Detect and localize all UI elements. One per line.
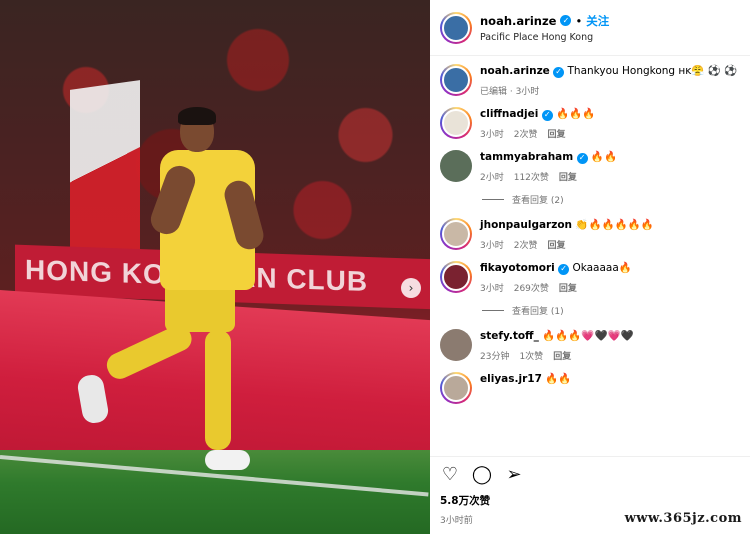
comment-text: Okaaaaa🔥 bbox=[572, 262, 632, 274]
post-header: noah.arinze ✓ • 关注 Pacific Place Hong Ko… bbox=[430, 0, 750, 56]
caption-username[interactable]: noah.arinze bbox=[480, 65, 550, 77]
caption-edited-time: 已编辑 · 3小时 bbox=[480, 87, 540, 97]
comment-time: 23分钟 bbox=[480, 352, 510, 362]
author-avatar[interactable] bbox=[440, 11, 472, 44]
reply-button[interactable]: 回复 bbox=[553, 349, 571, 362]
view-replies-button[interactable]: 查看回复 (2) bbox=[482, 193, 740, 206]
likes-count[interactable]: 5.8万次赞 bbox=[440, 493, 740, 508]
comment-likes[interactable]: 269次赞 bbox=[514, 281, 549, 294]
next-image-button[interactable]: › bbox=[401, 278, 421, 298]
heart-icon[interactable]: ♡ bbox=[440, 465, 460, 485]
reply-button[interactable]: 回复 bbox=[559, 281, 577, 294]
comments-list[interactable]: noah.arinze ✓ Thankyou Hongkong ʜᴋ😤 ⚽ ⚽ … bbox=[430, 56, 750, 441]
verified-icon: ✓ bbox=[558, 263, 570, 275]
comment-avatar[interactable] bbox=[440, 150, 472, 182]
comment-text: 🔥🔥🔥 bbox=[556, 108, 596, 120]
list-item: cliffnadjei ✓ 🔥🔥🔥 3小时 2次赞 回复 bbox=[440, 107, 740, 140]
verified-icon: ✓ bbox=[560, 15, 572, 26]
verified-icon: ✓ bbox=[541, 109, 553, 121]
follow-button[interactable]: 关注 bbox=[586, 13, 609, 29]
reply-button[interactable]: 回复 bbox=[547, 238, 565, 251]
author-username[interactable]: noah.arinze bbox=[480, 14, 556, 28]
player-hair bbox=[178, 107, 216, 125]
comment-username[interactable]: eliyas.jr17 bbox=[480, 373, 542, 385]
view-replies-label: 查看回复 (1) bbox=[512, 307, 564, 317]
post-panel: noah.arinze ✓ • 关注 Pacific Place Hong Ko… bbox=[430, 0, 750, 534]
post-media[interactable]: HONG KONG FAN CLUB › bbox=[0, 0, 430, 534]
comment-avatar[interactable] bbox=[440, 107, 472, 139]
comment-likes[interactable]: 112次赞 bbox=[514, 170, 549, 183]
view-replies-button[interactable]: 查看回复 (1) bbox=[482, 304, 740, 317]
player-right-boot bbox=[205, 450, 250, 470]
divider bbox=[482, 310, 504, 311]
reply-button[interactable]: 回复 bbox=[559, 170, 577, 183]
comment-username[interactable]: cliffnadjei bbox=[480, 108, 538, 120]
list-item: jhonpaulgarzon 👏🔥🔥🔥🔥🔥 3小时 2次赞 回复 bbox=[440, 218, 740, 251]
comment-text: 🔥🔥 bbox=[545, 373, 572, 385]
player-left-boot bbox=[76, 373, 110, 425]
list-item: stefy.toff_ 🔥🔥🔥💗🖤💗🖤 23分钟 1次赞 回复 bbox=[440, 329, 740, 362]
reply-button[interactable]: 回复 bbox=[547, 127, 565, 140]
comment-avatar[interactable] bbox=[440, 372, 472, 404]
comment-likes[interactable]: 2次赞 bbox=[514, 238, 538, 251]
player-figure bbox=[76, 105, 270, 485]
verified-icon: ✓ bbox=[553, 66, 565, 78]
caption-avatar[interactable] bbox=[440, 64, 472, 96]
comment-username[interactable]: stefy.toff_ bbox=[480, 330, 539, 342]
comment-username[interactable]: tammyabraham bbox=[480, 151, 573, 163]
comment-likes[interactable]: 1次赞 bbox=[519, 349, 543, 362]
comment-time: 3小时 bbox=[480, 130, 504, 140]
comment-text: 🔥🔥 bbox=[590, 151, 618, 163]
divider bbox=[482, 199, 504, 200]
chevron-right-icon: › bbox=[408, 281, 414, 295]
comment-likes[interactable]: 2次赞 bbox=[514, 127, 538, 140]
share-icon[interactable]: ➢ bbox=[504, 465, 524, 485]
comment-time: 2小时 bbox=[480, 173, 504, 183]
comment-time: 3小时 bbox=[480, 241, 504, 251]
verified-icon: ✓ bbox=[576, 152, 588, 164]
comment-avatar[interactable] bbox=[440, 329, 472, 361]
comment-text: 🔥🔥🔥💗🖤💗🖤 bbox=[542, 330, 634, 342]
list-item: fikayotomori ✓ Okaaaaa🔥 3小时 269次赞 回复 bbox=[440, 261, 740, 294]
caption: noah.arinze ✓ Thankyou Hongkong ʜᴋ😤 ⚽ ⚽ … bbox=[440, 64, 740, 97]
post-location[interactable]: Pacific Place Hong Kong bbox=[480, 32, 609, 43]
comment-avatar[interactable] bbox=[440, 261, 472, 293]
separator-dot: • bbox=[575, 13, 583, 28]
comment-text: 👏🔥🔥🔥🔥🔥 bbox=[575, 219, 654, 231]
list-item: tammyabraham ✓ 🔥🔥 2小时 112次赞 回复 bbox=[440, 150, 740, 183]
list-item: eliyas.jr17 🔥🔥 bbox=[440, 372, 740, 404]
comment-username[interactable]: fikayotomori bbox=[480, 262, 555, 274]
comment-username[interactable]: jhonpaulgarzon bbox=[480, 219, 572, 231]
player-right-leg bbox=[205, 330, 231, 450]
comment-avatar[interactable] bbox=[440, 218, 472, 250]
caption-text: Thankyou Hongkong ʜᴋ😤 ⚽ ⚽ bbox=[567, 65, 738, 77]
comment-time: 3小时 bbox=[480, 284, 504, 294]
watermark: www.365jz.com bbox=[624, 511, 742, 526]
view-replies-label: 查看回复 (2) bbox=[512, 196, 564, 206]
comment-icon[interactable]: ◯ bbox=[472, 465, 492, 485]
